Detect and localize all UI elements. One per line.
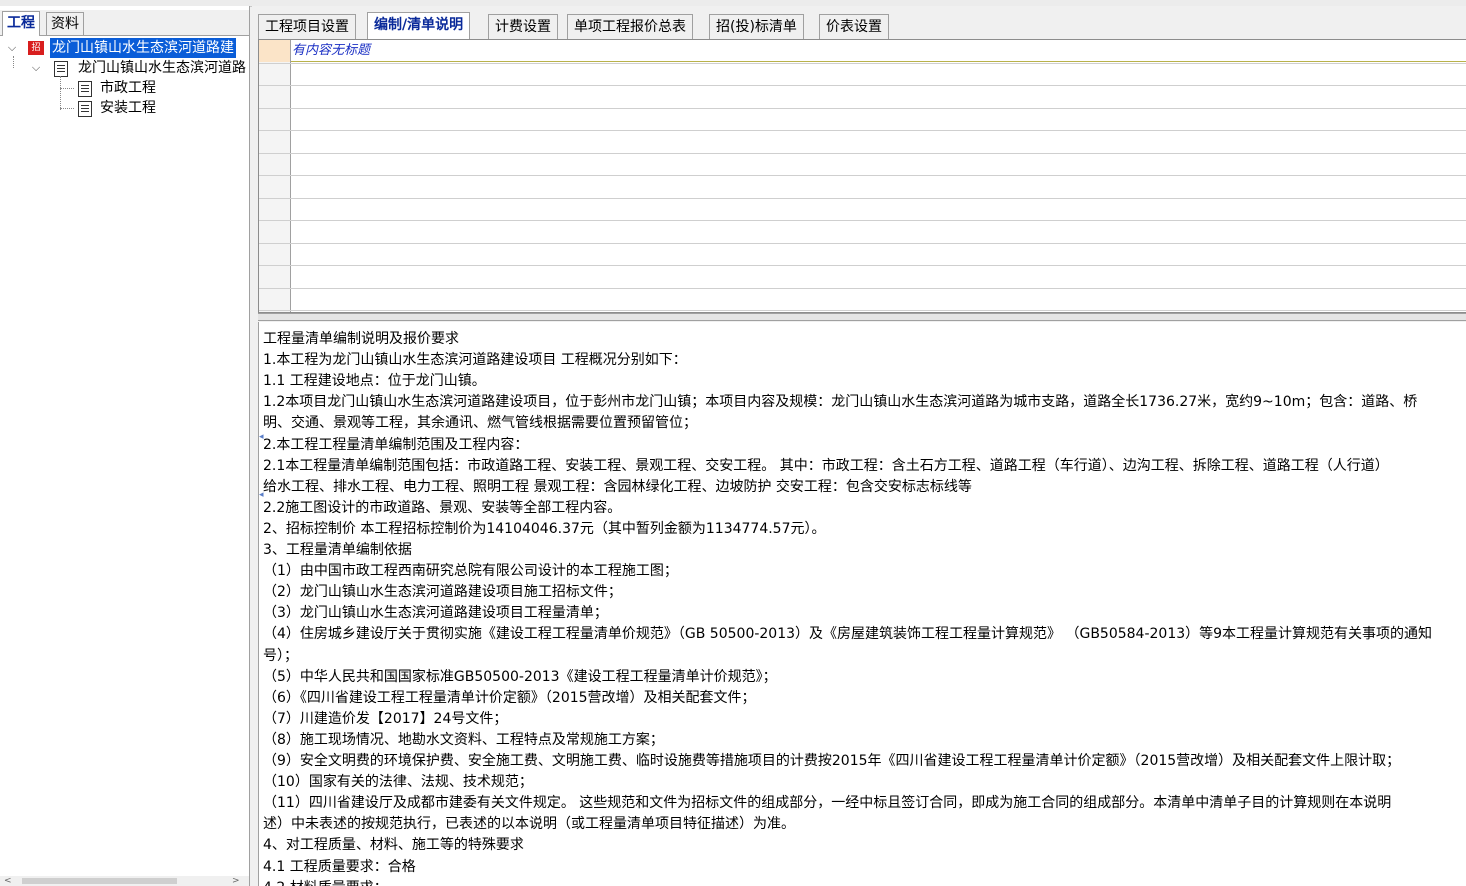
description-line: （5）中华人民共和国国家标准GB50500-2013《建设工程工程量清单计价规范… (263, 668, 777, 685)
grid-row-line (259, 243, 1466, 244)
description-line: 4.1 工程质量要求：合格 (263, 858, 416, 875)
grid-row-line (259, 175, 1466, 176)
tree-root-label[interactable]: 龙门山镇山水生态滨河道路建 (50, 38, 236, 58)
description-line: （6）《四川省建设工程工程量清单计价定额》（2015营改增）及相关配套文件； (263, 689, 756, 706)
scroll-right-icon[interactable]: > (232, 876, 240, 886)
tab-compilation-notes[interactable]: 编制/清单说明 (367, 12, 471, 40)
description-line: 1.1 工程建设地点：位于龙门山镇。 (263, 373, 486, 390)
description-line: （10）国家有关的法律、法规、技术规范； (263, 774, 533, 791)
left-tab-bar: 工程 资料 (0, 10, 249, 36)
scroll-left-icon[interactable]: < (4, 876, 12, 886)
tab-fee-settings[interactable]: 计费设置 (488, 14, 558, 39)
pane-splitter[interactable] (258, 313, 1466, 321)
document-icon (54, 61, 68, 77)
grid-row-line (259, 63, 1466, 64)
grid-row-line (259, 220, 1466, 221)
grid-cell-title[interactable]: 有内容无标题 (292, 42, 370, 60)
main-panel: 工程项目设置 编制/清单说明 计费设置 单项工程报价总表 招(投)标清单 价表设… (252, 6, 1466, 886)
description-line: （9）安全文明费的环境保护费、安全施工费、文明施工费、临时设施费等措施项目的计费… (263, 753, 1401, 769)
project-tree-panel: 工程 资料 ⌵ 招 龙门山镇山水生态滨河道路建 ⌵ 龙门山镇山水生态滨河道路 市… (0, 6, 250, 886)
tree-horizontal-scrollbar[interactable]: < > (0, 876, 249, 886)
tab-materials[interactable]: 资料 (46, 12, 84, 35)
grid-row-line (259, 130, 1466, 131)
notes-grid[interactable]: 有内容无标题 (258, 39, 1466, 313)
description-line: 4.2 材料质量要求： (263, 878, 388, 886)
chevron-down-icon[interactable]: ⌵ (6, 38, 18, 58)
description-line: （2）龙门山镇山水生态滨河道路建设项目施工招标文件； (263, 584, 622, 601)
grid-row-line (259, 265, 1466, 266)
grid-row-header-selected[interactable] (259, 40, 290, 62)
description-line: （7）川建造价发【2017】24号文件； (263, 710, 508, 727)
tree-connector (60, 76, 61, 110)
description-line: （3）龙门山镇山水生态滨河道路建设项目工程量清单； (263, 605, 608, 622)
tab-quote-summary[interactable]: 单项工程报价总表 (567, 14, 693, 39)
tab-price-table-settings[interactable]: 价表设置 (819, 14, 889, 39)
scrollbar-thumb[interactable] (22, 878, 177, 884)
description-line: 1.本工程为龙门山镇山水生态滨河道路建设项目 工程概况分别如下： (263, 352, 687, 369)
description-line: 给水工程、排水工程、电力工程、照明工程 景观工程：含园林绿化工程、边坡防护 交安… (263, 478, 972, 495)
grid-row-header (259, 40, 291, 312)
chevron-down-icon[interactable]: ⌵ (30, 58, 42, 78)
splitter-arrow-left-icon[interactable]: ◂ (259, 432, 264, 442)
description-line: 2.2施工图设计的市政道路、景观、安装等全部工程内容。 (263, 499, 622, 516)
description-line: 号）； (263, 647, 298, 664)
description-line: 1.2本项目龙门山镇山水生态滨河道路建设项目，位于彭州市龙门山镇；本项目内容及规… (263, 394, 1418, 411)
grid-row-line (259, 310, 1466, 311)
description-line: （8）施工现场情况、地勘水文资料、工程特点及常规施工方案； (263, 731, 664, 748)
description-line: 2、招标控制价 本工程招标控制价为14104046.37元（其中暂列金额为113… (263, 520, 826, 537)
tab-project[interactable]: 工程 (2, 11, 40, 36)
tab-project-settings[interactable]: 工程项目设置 (258, 14, 356, 39)
tender-project-icon: 招 (28, 41, 44, 55)
description-line: 2.本工程工程量清单编制范围及工程内容： (263, 436, 529, 453)
description-line: 明、交通、景观等工程，其余通讯、燃气管线根据需要位置预留管位； (263, 415, 697, 432)
tree-child-label[interactable]: 龙门山镇山水生态滨河道路 (78, 58, 246, 78)
list-sheet-icon (78, 101, 92, 117)
splitter-arrow-left-icon[interactable]: ◂ (259, 490, 264, 500)
description-line: （11）四川省建设厅及成都市建委有关文件规定。 这些规范和文件为招标文件的组成部… (263, 795, 1392, 812)
description-line: 3、工程量清单编制依据 (263, 542, 412, 558)
description-line: 工程量清单编制说明及报价要求 (263, 331, 459, 347)
list-sheet-icon (78, 81, 92, 97)
grid-row-line (259, 108, 1466, 109)
description-line: 2.1本工程量清单编制范围包括：市政道路工程、安装工程、景观工程、交安工程。 其… (263, 457, 1389, 474)
description-line: 4、对工程质量、材料、施工等的特殊要求 (263, 837, 524, 854)
tree-connector (13, 56, 14, 68)
grid-row-line (259, 288, 1466, 289)
grid-row-line (259, 85, 1466, 86)
description-line: 述）中未表述的按规范执行，已表述的以本说明（或工程量清单项目特征描述）为准。 (263, 816, 795, 833)
tree-leaf-label[interactable]: 安装工程 (100, 98, 156, 118)
tree-leaf-label[interactable]: 市政工程 (100, 78, 156, 98)
grid-row-line (259, 198, 1466, 199)
description-line: （1）由中国市政工程西南研究总院有限公司设计的本工程施工图； (263, 563, 678, 580)
description-text-area[interactable]: 工程量清单编制说明及报价要求 1.本工程为龙门山镇山水生态滨河道路建设项目 工程概… (258, 322, 1466, 886)
description-line: （4）住房城乡建设厅关于贯彻实施《建设工程工程量清单价规范》（GB 50500-… (263, 626, 1433, 643)
tab-tender-list[interactable]: 招(投)标清单 (709, 14, 804, 39)
grid-row-line (259, 153, 1466, 154)
